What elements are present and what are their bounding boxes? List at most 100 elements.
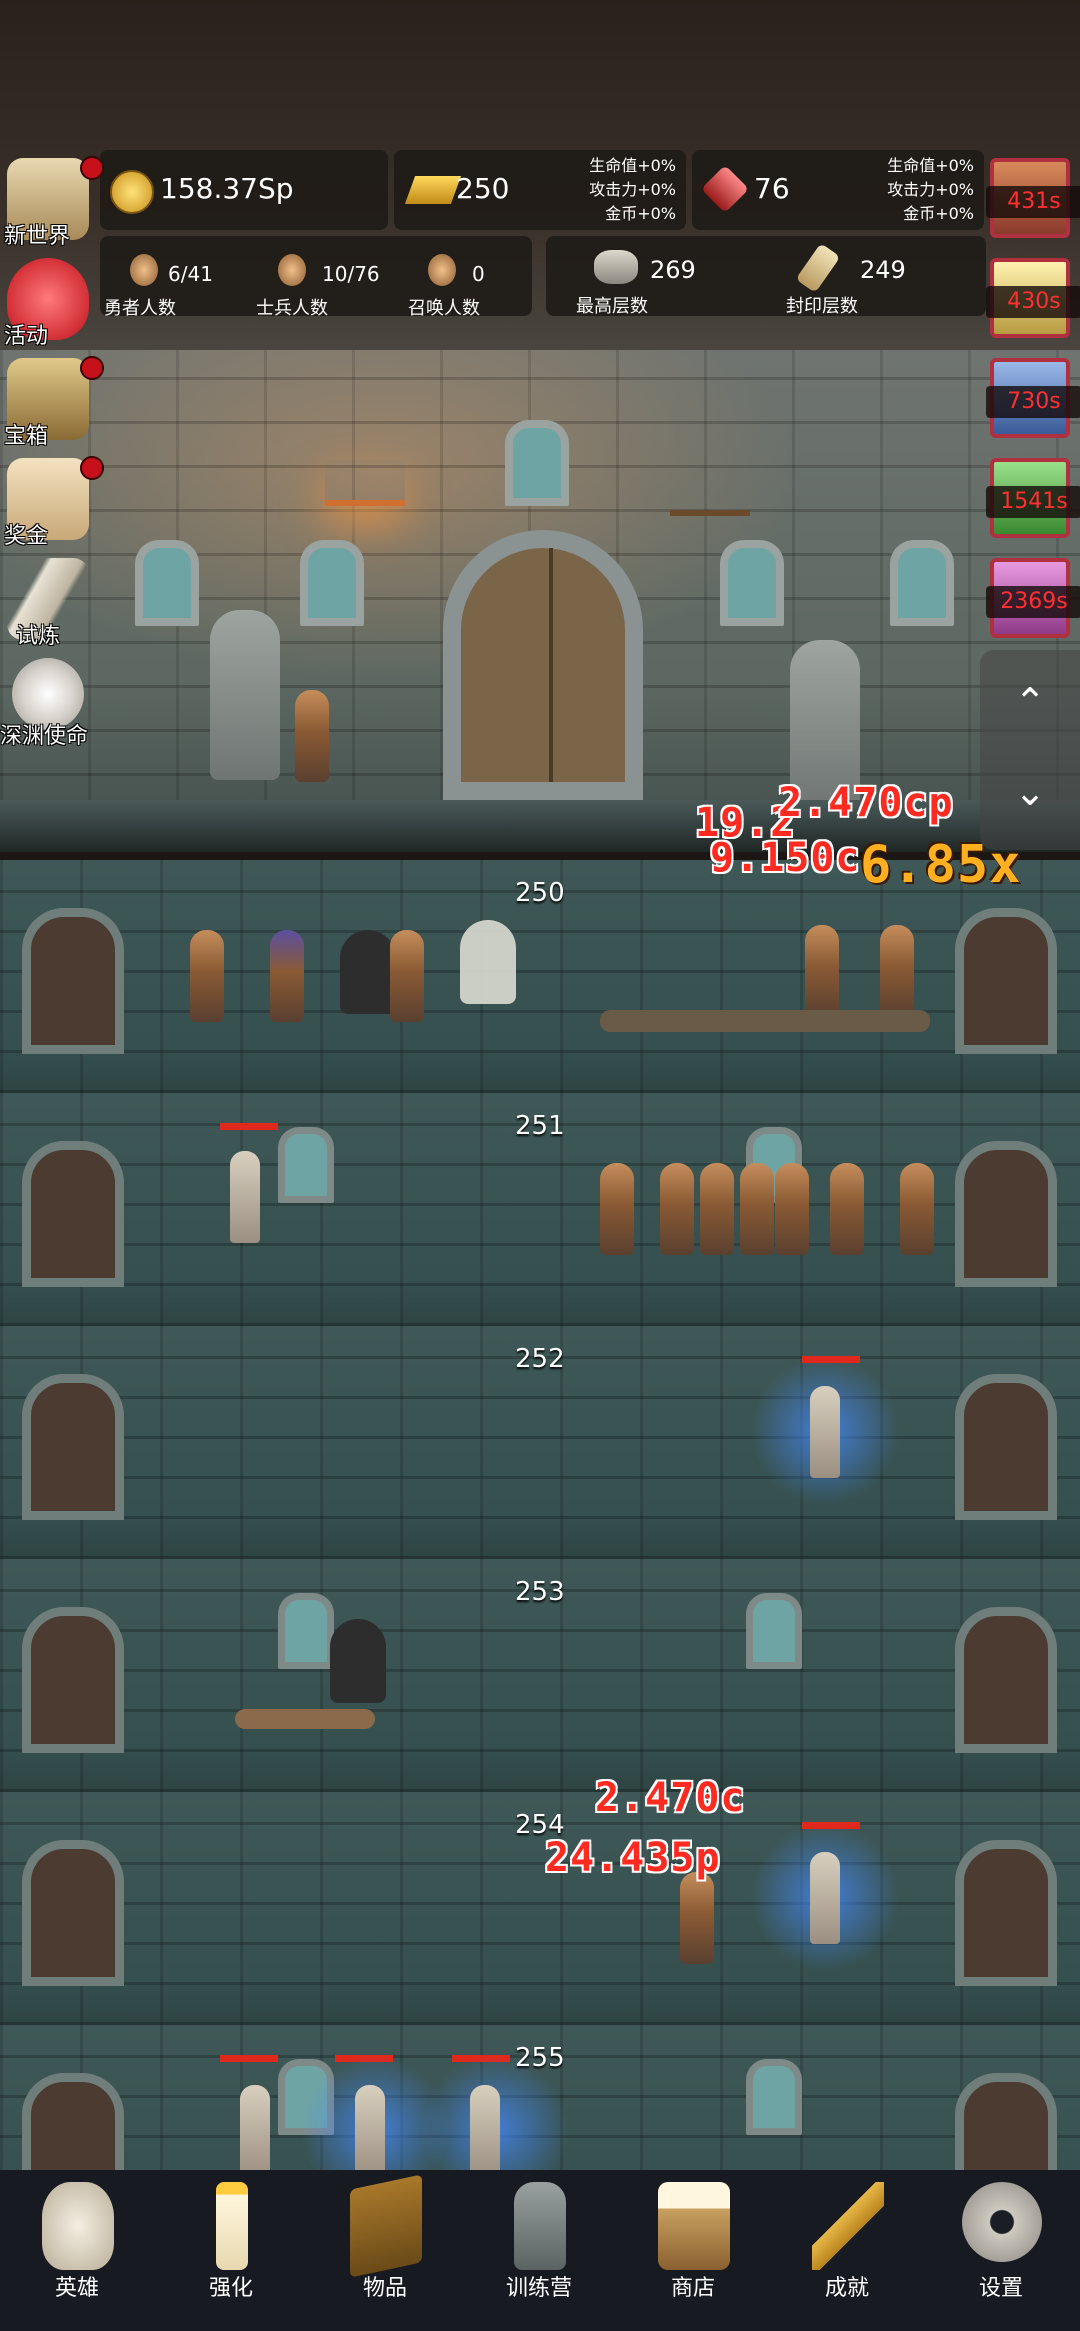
buff-candle-icon[interactable]: 430s — [986, 258, 1080, 338]
hero-character[interactable] — [900, 1163, 934, 1255]
buff-potion-icon[interactable]: 1541s — [986, 458, 1080, 538]
bonus-hp: 生命值+0% — [589, 156, 676, 175]
floor-number: 252 — [515, 1344, 565, 1374]
nav-label: 设置 — [978, 2276, 1023, 2301]
scroll-up-button[interactable]: ⌃ — [1008, 680, 1052, 724]
wizard-hero-character[interactable] — [270, 930, 304, 1022]
buff-book-icon[interactable]: 2369s — [986, 558, 1080, 638]
coin-panel[interactable]: 158.37Sp — [100, 150, 388, 230]
skeleton-enemy[interactable] — [470, 2085, 500, 2177]
menu-trial[interactable]: 试炼 — [4, 558, 92, 649]
hall-window — [135, 540, 199, 626]
buff-timer: 2369s — [986, 586, 1080, 618]
hero-character[interactable] — [830, 1163, 864, 1255]
scroll-down-button[interactable]: ⌄ — [1008, 770, 1052, 814]
buff-chest-icon[interactable]: 431s — [986, 158, 1080, 238]
gold-bar-panel[interactable]: 250 生命值+0% 攻击力+0% 金币+0% — [394, 150, 686, 230]
dungeon-floor-253[interactable]: 253 — [0, 1559, 1080, 1792]
bonus-hp: 生命值+0% — [887, 156, 974, 175]
buff-timer: 430s — [986, 286, 1080, 318]
bonus-gold: 金币+0% — [903, 204, 974, 223]
hero-character[interactable] — [805, 925, 839, 1017]
gem-bonus-list: 生命值+0% 攻击力+0% 金币+0% — [887, 154, 974, 226]
floor-number: 251 — [515, 1111, 565, 1141]
menu-treasure[interactable]: 宝箱 — [4, 356, 104, 449]
soldier-count: 10/76 — [322, 262, 380, 286]
nav-items[interactable]: 物品 — [308, 2170, 462, 2331]
knight-character[interactable] — [880, 925, 914, 1017]
skeleton-mage-enemy[interactable] — [810, 1852, 840, 1944]
nav-label: 成就 — [824, 2276, 869, 2301]
soldier-head-icon — [278, 254, 306, 286]
floor-window — [746, 2059, 802, 2135]
castle-door[interactable] — [443, 530, 643, 800]
floor-window — [278, 1127, 334, 1203]
skeleton-enemy[interactable] — [240, 2085, 270, 2177]
chandelier — [670, 470, 750, 516]
menu-label: 试炼 — [16, 624, 61, 649]
hall-window — [300, 540, 364, 626]
damage-number: 2.470c — [595, 1775, 746, 1821]
dungeon-floor-252[interactable]: 252 — [0, 1326, 1080, 1559]
coin-amount: 158.37Sp — [160, 172, 294, 205]
hero-character[interactable] — [295, 690, 329, 782]
skeleton-mage-enemy[interactable] — [810, 1386, 840, 1478]
menu-abyss-mission[interactable]: 深渊使命 — [0, 658, 92, 749]
hero-character[interactable] — [600, 1163, 634, 1255]
summon-count-label: 召唤人数 — [408, 298, 480, 319]
max-floor-value: 269 — [650, 256, 696, 284]
dungeon-floor-254[interactable]: 254 — [0, 1792, 1080, 2025]
knight-character[interactable] — [775, 1163, 809, 1255]
menu-new-world[interactable]: 新世界 — [4, 156, 104, 249]
nav-label: 强化 — [208, 2276, 253, 2301]
enemy-health-bar — [220, 2055, 278, 2062]
nav-label: 商店 — [670, 2276, 715, 2301]
menu-events[interactable]: 活动 — [4, 258, 92, 349]
right-gate — [955, 1374, 1057, 1520]
nav-heroes[interactable]: 英雄 — [0, 2170, 154, 2331]
ghost-monster[interactable] — [460, 920, 516, 1004]
candle-icon — [216, 2182, 248, 2270]
nav-training-camp[interactable]: 训练营 — [462, 2170, 616, 2331]
fallen-enemies — [600, 1010, 930, 1032]
buff-scroll-icon[interactable]: 730s — [986, 358, 1080, 438]
nav-settings[interactable]: 设置 — [924, 2170, 1078, 2331]
floor-scroll-control: ⌃ ⌄ — [980, 650, 1080, 850]
coin-icon — [110, 170, 154, 214]
nav-shop[interactable]: 商店 — [616, 2170, 770, 2331]
gem-panel[interactable]: 76 生命值+0% 攻击力+0% 金币+0% — [692, 150, 984, 230]
hero-character[interactable] — [390, 930, 424, 1022]
floor-number: 253 — [515, 1577, 565, 1607]
dungeon-floor-251[interactable]: 251 — [0, 1093, 1080, 1326]
gold-bonus-list: 生命值+0% 攻击力+0% 金币+0% — [589, 154, 676, 226]
menu-bonus[interactable]: 奖金 — [4, 456, 104, 549]
left-gate — [22, 1840, 124, 1986]
hero-character[interactable] — [190, 930, 224, 1022]
soldier-count-label: 士兵人数 — [256, 298, 328, 319]
skeleton-enemy[interactable] — [230, 1151, 260, 1243]
enemy-health-bar — [802, 1822, 860, 1829]
menu-label: 活动 — [4, 324, 49, 349]
skeleton-mage-enemy[interactable] — [355, 2085, 385, 2177]
skull-icon — [42, 2182, 114, 2270]
left-gate — [22, 908, 124, 1054]
hero-head-icon — [130, 254, 158, 286]
gem-amount: 76 — [754, 172, 790, 205]
notification-dot — [80, 356, 104, 380]
menu-label: 奖金 — [4, 524, 49, 549]
stone-icon — [594, 250, 638, 284]
shadow-monster[interactable] — [340, 930, 396, 1014]
hero-character[interactable] — [680, 1872, 714, 1964]
hero-character[interactable] — [740, 1163, 774, 1255]
nav-enhance[interactable]: 强化 — [154, 2170, 308, 2331]
menu-label: 深渊使命 — [0, 724, 89, 749]
notification-dot — [80, 156, 104, 180]
shadow-monster[interactable] — [330, 1619, 386, 1703]
menu-label: 宝箱 — [4, 424, 49, 449]
floor-number: 250 — [515, 878, 565, 908]
hero-character[interactable] — [660, 1163, 694, 1255]
hero-character[interactable] — [700, 1163, 734, 1255]
bottom-navigation: 英雄 强化 物品 训练营 商店 成就 设置 — [0, 2170, 1080, 2331]
right-gate — [955, 908, 1057, 1054]
nav-achievements[interactable]: 成就 — [770, 2170, 924, 2331]
